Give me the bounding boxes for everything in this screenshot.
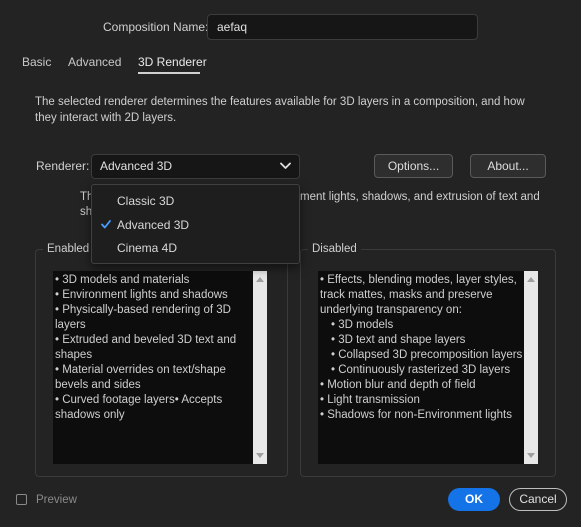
renderer-description: The selected renderer determines the fea…: [35, 96, 525, 124]
list-item: • Collapsed 3D precomposition layers: [331, 349, 523, 361]
list-item: • Effects, blending modes, layer styles,: [320, 274, 517, 286]
active-tab-indicator: [138, 72, 200, 74]
list-item: • 3D models and materials: [55, 274, 190, 286]
composition-name-label: Composition Name:: [103, 20, 209, 34]
cancel-button[interactable]: Cancel: [509, 488, 567, 511]
list-item: • Curved footage layers• Accepts: [55, 394, 223, 406]
renderer-select[interactable]: Advanced 3D: [91, 154, 300, 179]
disabled-features-list[interactable]: • Effects, blending modes, layer styles,…: [318, 271, 538, 464]
menu-item-classic-3d[interactable]: Classic 3D: [92, 190, 299, 212]
list-item: shadows only: [55, 409, 125, 421]
options-button[interactable]: Options...: [374, 154, 453, 178]
list-item: track mattes, masks and preserve: [320, 289, 493, 301]
list-item: • Physically-based rendering of 3D: [55, 304, 231, 316]
chevron-down-icon: [280, 162, 291, 169]
list-item: • Shadows for non-Environment lights: [320, 409, 512, 421]
enabled-group-title: Enabled: [43, 243, 94, 255]
list-item: layers: [55, 319, 86, 331]
renderer-info-text: ment lights, shadows, and extrusion of t…: [300, 191, 540, 203]
tab-basic[interactable]: Basic: [22, 55, 51, 69]
list-item: • Environment lights and shadows: [55, 289, 228, 301]
about-button[interactable]: About...: [470, 154, 546, 178]
list-item: • Motion blur and depth of field: [320, 379, 476, 391]
menu-item-cinema-4d[interactable]: Cinema 4D: [92, 237, 299, 259]
list-item: • Extruded and beveled 3D text and: [55, 334, 237, 346]
list-item: • Light transmission: [320, 394, 420, 406]
list-item: bevels and sides: [55, 379, 141, 391]
disabled-group-title: Disabled: [308, 243, 361, 255]
renderer-label: Renderer:: [36, 159, 90, 173]
scroll-up-icon[interactable]: [527, 277, 535, 282]
list-item: • Continuously rasterized 3D layers: [331, 364, 511, 376]
list-item: underlying transparency on:: [320, 304, 462, 316]
scroll-up-icon[interactable]: [256, 277, 264, 282]
list-item: shapes: [55, 349, 93, 361]
list-item: • 3D models: [331, 319, 394, 331]
preview-label: Preview: [36, 494, 77, 506]
scroll-down-icon[interactable]: [527, 453, 535, 458]
menu-item-label: Cinema 4D: [117, 241, 178, 255]
preview-checkbox[interactable]: [16, 494, 27, 505]
disabled-scrollbar[interactable]: [524, 271, 538, 464]
enabled-features-list[interactable]: • 3D models and materials • Environment …: [53, 271, 267, 464]
menu-item-label: Classic 3D: [117, 194, 175, 208]
tab-3d-renderer[interactable]: 3D Renderer: [138, 55, 207, 69]
tab-advanced[interactable]: Advanced: [68, 55, 121, 69]
list-item: • Material overrides on text/shape: [55, 364, 226, 376]
list-item: • 3D text and shape layers: [331, 334, 466, 346]
renderer-dropdown-menu: Classic 3D Advanced 3D Cinema 4D: [91, 184, 300, 264]
renderer-selected-value: Advanced 3D: [100, 159, 173, 173]
ok-button[interactable]: OK: [448, 488, 500, 511]
composition-name-input[interactable]: aefaq: [207, 14, 478, 40]
menu-item-advanced-3d[interactable]: Advanced 3D: [92, 214, 299, 236]
checkmark-icon: [101, 220, 111, 229]
scroll-down-icon[interactable]: [256, 453, 264, 458]
menu-item-label: Advanced 3D: [117, 218, 190, 232]
enabled-scrollbar[interactable]: [253, 271, 267, 464]
